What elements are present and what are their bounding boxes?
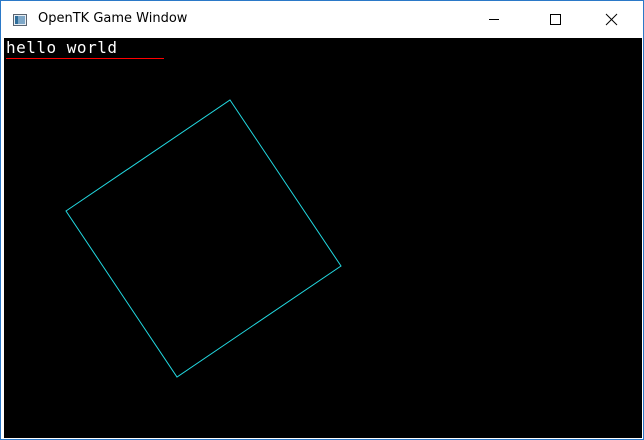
minimize-button[interactable] [471,1,517,38]
app-window-icon [13,13,27,26]
app-window: OpenTK Game Window hello world [0,0,644,440]
title-bar[interactable]: OpenTK Game Window [1,1,643,38]
window-title: OpenTK Game Window [38,11,188,26]
render-viewport[interactable]: hello world [4,38,642,438]
scene-canvas [65,99,342,378]
rotated-square-outline [65,99,342,378]
close-button[interactable] [588,1,634,38]
maximize-button[interactable] [532,1,578,38]
